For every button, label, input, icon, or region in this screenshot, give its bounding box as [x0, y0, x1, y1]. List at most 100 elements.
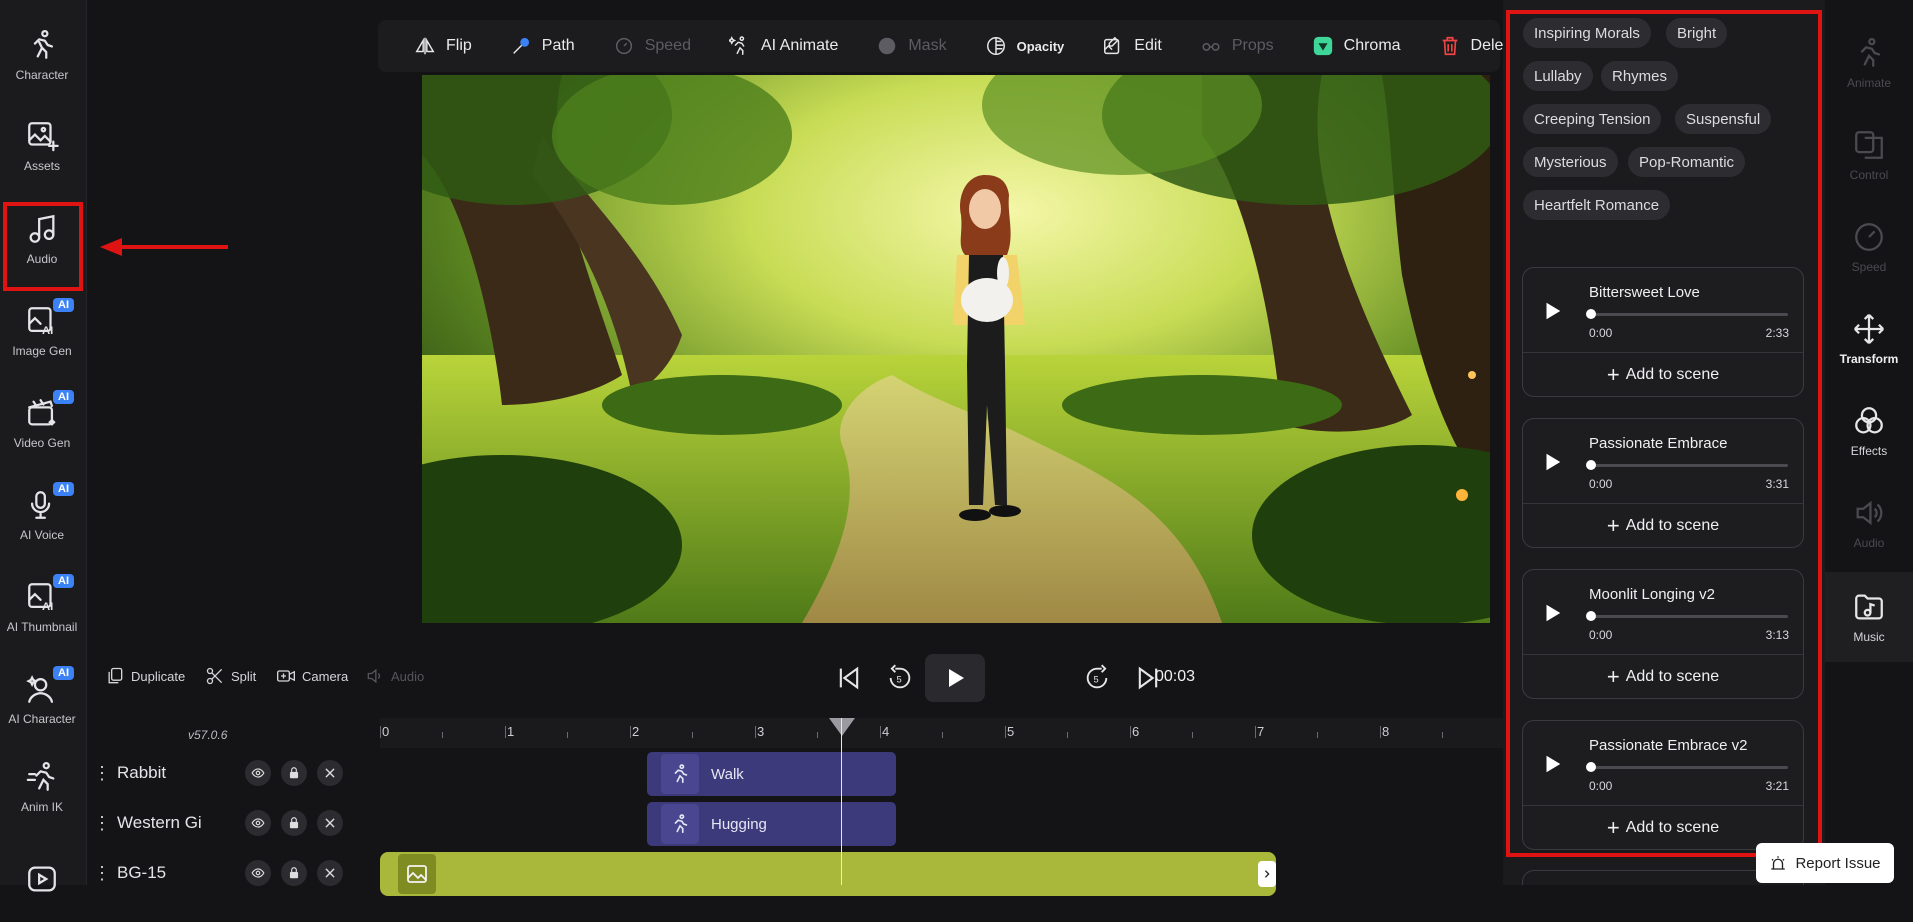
- play-icon: [949, 669, 964, 687]
- ai-badge: AI: [53, 666, 74, 680]
- sidebar-item-ai-voice[interactable]: AI AI Voice: [0, 472, 84, 558]
- speed-icon: [1855, 223, 1883, 251]
- rewind-5-button[interactable]: 5: [880, 658, 920, 698]
- tick-mark: [1317, 732, 1318, 738]
- rail-item-control[interactable]: Control: [1825, 110, 1913, 200]
- top-toolbar: Flip Path Speed AI Animate Mask Opacity …: [378, 20, 1517, 72]
- close-icon[interactable]: [317, 860, 343, 886]
- eye-icon[interactable]: [245, 760, 271, 786]
- tick-mark: [1192, 732, 1193, 738]
- opacity-icon: [986, 37, 1005, 55]
- clip-walk[interactable]: Walk: [647, 752, 896, 796]
- playhead-handle[interactable]: [829, 718, 855, 736]
- track-row-rabbit[interactable]: ⋮ Rabbit: [87, 748, 380, 798]
- walking-person-icon: [661, 804, 699, 844]
- scissors-icon: [206, 667, 223, 685]
- sidebar-item-character[interactable]: Character: [0, 12, 84, 98]
- play-button[interactable]: [925, 654, 985, 702]
- drag-handle-icon[interactable]: ⋮: [87, 813, 117, 834]
- eye-icon[interactable]: [245, 860, 271, 886]
- clip-label: Hugging: [711, 815, 767, 833]
- lock-icon[interactable]: [281, 860, 307, 886]
- flip-button[interactable]: Flip: [414, 20, 492, 72]
- rail-item-transform[interactable]: Transform: [1825, 294, 1913, 384]
- close-icon[interactable]: [317, 810, 343, 836]
- playhead-line: [841, 718, 842, 885]
- skip-to-start-button[interactable]: [829, 658, 869, 698]
- mask-button[interactable]: Mask: [876, 20, 966, 72]
- tick-mark: [1255, 726, 1256, 738]
- tick-mark: [692, 732, 693, 738]
- rail-item-speed[interactable]: Speed: [1825, 202, 1913, 292]
- report-issue-button[interactable]: Report Issue: [1756, 843, 1894, 883]
- scene-canvas[interactable]: [422, 75, 1490, 623]
- tick-label: 7: [1257, 724, 1265, 739]
- track-row-bg[interactable]: ⋮ BG-15: [87, 848, 380, 898]
- opacity-button[interactable]: Opacity: [985, 20, 1085, 72]
- close-icon[interactable]: [317, 760, 343, 786]
- sidebar-item-ai-thumbnail[interactable]: AI AI AI Thumbnail: [0, 564, 84, 650]
- rail-label: Transform: [1839, 352, 1899, 366]
- rail-label: Speed: [1851, 260, 1887, 274]
- tick-label: 2: [632, 724, 640, 739]
- drag-handle-icon[interactable]: ⋮: [87, 863, 117, 884]
- props-button[interactable]: Props: [1200, 20, 1294, 72]
- forward-5-button[interactable]: 5: [1077, 658, 1117, 698]
- drag-handle-icon[interactable]: ⋮: [87, 763, 117, 784]
- tick-label: 5: [1007, 724, 1015, 739]
- duplicate-button[interactable]: Duplicate: [105, 666, 185, 686]
- clip-hugging[interactable]: Hugging: [647, 802, 896, 846]
- forward-icon: 5: [1086, 664, 1108, 689]
- rail-label: Music: [1853, 630, 1885, 644]
- path-icon: [512, 37, 529, 54]
- timeline-ruler[interactable]: 0 1 2 3 4 5 6 7 8: [380, 718, 1503, 748]
- path-label: Path: [541, 37, 575, 54]
- audio-highlight-box: [3, 202, 83, 291]
- tick-label: 3: [757, 724, 765, 739]
- sidebar-item-video[interactable]: [0, 836, 84, 922]
- clip-background[interactable]: [380, 852, 1276, 896]
- tick-mark: [755, 726, 756, 738]
- lock-icon[interactable]: [281, 760, 307, 786]
- ai-badge: AI: [53, 390, 74, 404]
- image-icon: [398, 854, 436, 894]
- music-folder-icon: [1855, 594, 1883, 620]
- rail-item-effects[interactable]: Effects: [1825, 386, 1913, 476]
- chevron-right-icon[interactable]: [1258, 861, 1276, 887]
- audio-button[interactable]: Audio: [365, 666, 424, 686]
- tick-mark: [880, 726, 881, 738]
- move-arrows-icon: [1854, 314, 1884, 344]
- eye-icon[interactable]: [245, 810, 271, 836]
- ai-animate-icon: [728, 36, 745, 55]
- duplicate-label: Duplicate: [131, 668, 186, 684]
- sidebar-item-ai-character[interactable]: AI AI Character: [0, 656, 84, 742]
- svg-text:5: 5: [1094, 675, 1099, 685]
- sidebar-label: Anim IK: [20, 800, 63, 814]
- ai-animate-button[interactable]: AI Animate: [728, 20, 858, 72]
- tick-label: 1: [507, 724, 515, 739]
- edit-button[interactable]: Edit: [1102, 20, 1182, 72]
- rail-item-animate[interactable]: Animate: [1825, 18, 1913, 108]
- path-button[interactable]: Path: [510, 20, 595, 72]
- timeline: v57.0.6 0 1 2 3 4 5 6 7 8 ⋮ Rabbit ⋮ Wes…: [87, 718, 1503, 896]
- sidebar-label: AI Voice: [19, 528, 65, 542]
- track-row-western-girl[interactable]: ⋮ Western Gi: [87, 798, 380, 848]
- control-icon: [1855, 131, 1883, 159]
- sidebar-item-image-gen[interactable]: AI AI Image Gen: [0, 288, 84, 374]
- camera-button[interactable]: Camera: [276, 666, 348, 686]
- lock-icon[interactable]: [281, 810, 307, 836]
- rail-item-audio[interactable]: Audio: [1825, 478, 1913, 568]
- chroma-button[interactable]: Chroma: [1312, 20, 1421, 72]
- sidebar-item-anim-ik[interactable]: Anim IK: [0, 744, 84, 830]
- speed-button[interactable]: Speed: [613, 20, 711, 72]
- playback-bar: Duplicate Split Camera Audio 5 5 00:03: [87, 640, 1503, 715]
- split-button[interactable]: Split: [205, 666, 256, 686]
- rail-item-music[interactable]: Music: [1825, 572, 1913, 662]
- sidebar-item-assets[interactable]: Assets: [0, 103, 84, 189]
- sidebar-label: Character: [15, 68, 69, 82]
- tick-mark: [380, 726, 381, 738]
- sidebar-label: Video Gen: [13, 436, 71, 450]
- sidebar-item-video-gen[interactable]: AI Video Gen: [0, 380, 84, 466]
- svg-text:AI: AI: [42, 601, 53, 613]
- trash-icon: [1442, 36, 1457, 56]
